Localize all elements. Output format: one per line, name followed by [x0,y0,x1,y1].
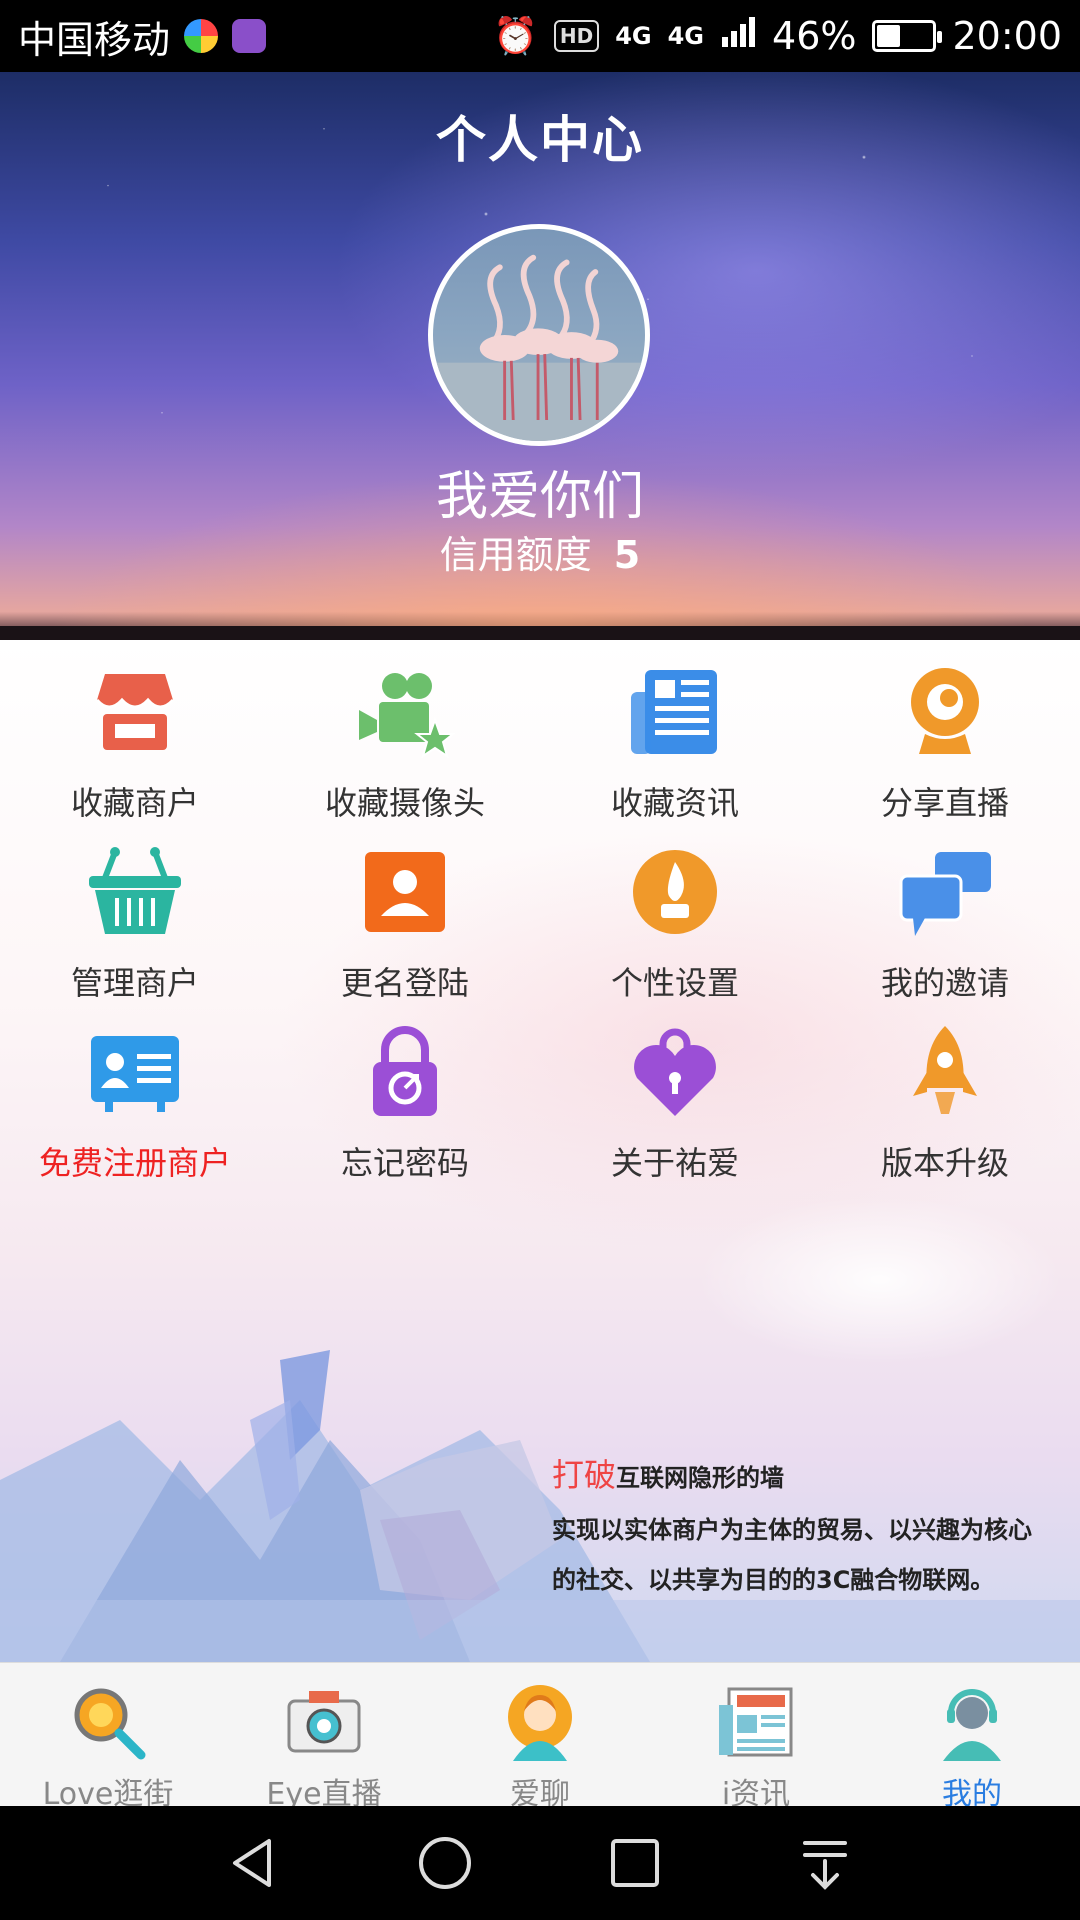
home-circle-icon [419,1837,471,1889]
menu-item-label: 管理商户 [70,964,199,1002]
back-triangle-icon [233,1839,271,1887]
credit-line: 信用额度 5 [0,524,1080,579]
battery-icon [872,20,943,52]
lock-icon [355,1022,455,1122]
skyline-silhouette [0,626,1080,640]
menu-item-label: 收藏商户 [70,784,199,822]
camera-icon [283,1681,365,1763]
clock: 20:00 [952,14,1062,58]
heart-lock-icon [625,1022,725,1122]
network-type-2: 4G [667,22,705,50]
tab-item[interactable]: 我的 [864,1663,1080,1812]
webcam-icon [895,662,995,762]
user-card-icon [355,842,455,942]
pull-down-icon [803,1841,847,1890]
slogan: 打破互联网隐形的墙 实现以实体商户为主体的贸易、以兴趣为核心 的社交、以共享为目… [552,1450,1032,1605]
news-icon [715,1681,797,1763]
battery-fill [877,25,901,47]
menu-item-label: 免费注册商户 [38,1144,231,1182]
gallery-notification-icon [232,19,267,53]
video-camera-icon [355,662,455,762]
menu-item[interactable]: 管理商户 [0,820,270,1002]
bottom-tab-bar: Love逛街 Eye直播 爱聊 i资讯 我的 [0,1662,1080,1812]
menu-item-label: 关于祐爱 [610,1144,739,1182]
menu-item[interactable]: 收藏摄像头 [270,640,540,822]
tab-item[interactable]: Eye直播 [216,1663,432,1812]
menu-area: 收藏商户 收藏摄像头 收藏资讯 分享直播管理商户 更名登陆 个性设置 我的邀请免费注册商户 忘… [0,640,1080,1662]
flamingo-avatar-image [433,254,645,441]
slogan-line3: 的社交、以共享为目的的3C融合物联网。 [552,1566,995,1594]
avatar[interactable] [428,224,650,446]
chat-avatar-icon [499,1681,581,1763]
credit-value: 5 [613,533,641,577]
signal-icon [720,14,756,58]
app-notification-icon [184,19,219,53]
menu-item-label: 个性设置 [610,964,739,1002]
newspaper-icon [625,662,725,762]
menu-item-label: 收藏摄像头 [324,784,485,822]
recents-square-icon [611,1839,659,1887]
chat-bubbles-icon [895,842,995,942]
credit-label: 信用额度 [439,533,592,577]
magnifier-icon [67,1681,149,1763]
menu-item-label: 分享直播 [880,784,1009,822]
alarm-icon: ⏰ [493,16,538,57]
profile-header: 个人中心 我爱你们 信用额度 5 [0,72,1080,640]
rocket-icon [895,1022,995,1122]
menu-item[interactable]: 忘记密码 [270,1000,540,1182]
menu-item[interactable]: 我的邀请 [810,820,1080,1002]
carrier-label: 中国移动 [18,17,171,62]
notification-pull-button[interactable] [790,1828,860,1898]
menu-item-label: 我的邀请 [880,964,1009,1002]
headset-user-icon [931,1681,1013,1763]
home-button[interactable] [410,1828,480,1898]
slogan-line2: 实现以实体商户为主体的贸易、以兴趣为核心 [552,1516,1032,1544]
menu-item[interactable]: 个性设置 [540,820,810,1002]
menu-item[interactable]: 收藏资讯 [540,640,810,822]
menu-item[interactable]: 免费注册商户 [0,1000,270,1182]
page-title: 个人中心 [436,111,644,169]
slogan-highlight: 打破 [552,1456,617,1494]
flame-icon [625,842,725,942]
menu-item-label: 收藏资讯 [610,784,739,822]
menu-item-label: 版本升级 [880,1144,1009,1182]
status-bar: 中国移动 ⏰ HD 4G 4G 46% 20:00 [0,0,1080,72]
hd-icon: HD [553,20,600,52]
recents-button[interactable] [600,1828,670,1898]
tab-item[interactable]: i资讯 [648,1663,864,1812]
menu-item[interactable]: 关于祐爱 [540,1000,810,1182]
id-card-icon [85,1022,185,1122]
menu-item[interactable]: 版本升级 [810,1000,1080,1182]
menu-item[interactable]: 更名登陆 [270,820,540,1002]
shop-icon [85,662,185,762]
username: 我爱你们 [435,467,644,527]
basket-icon [85,842,185,942]
menu-item-label: 更名登陆 [340,964,469,1002]
menu-item[interactable]: 收藏商户 [0,640,270,822]
network-type-1: 4G [615,22,652,50]
menu-item[interactable]: 分享直播 [810,640,1080,822]
tab-item[interactable]: 爱聊 [432,1663,648,1812]
tab-item[interactable]: Love逛街 [0,1663,216,1812]
back-button[interactable] [220,1828,290,1898]
system-nav-bar [0,1806,1080,1920]
battery-percent: 46% [772,14,857,58]
slogan-line1: 互联网隐形的墙 [616,1464,785,1492]
menu-item-label: 忘记密码 [340,1144,469,1182]
